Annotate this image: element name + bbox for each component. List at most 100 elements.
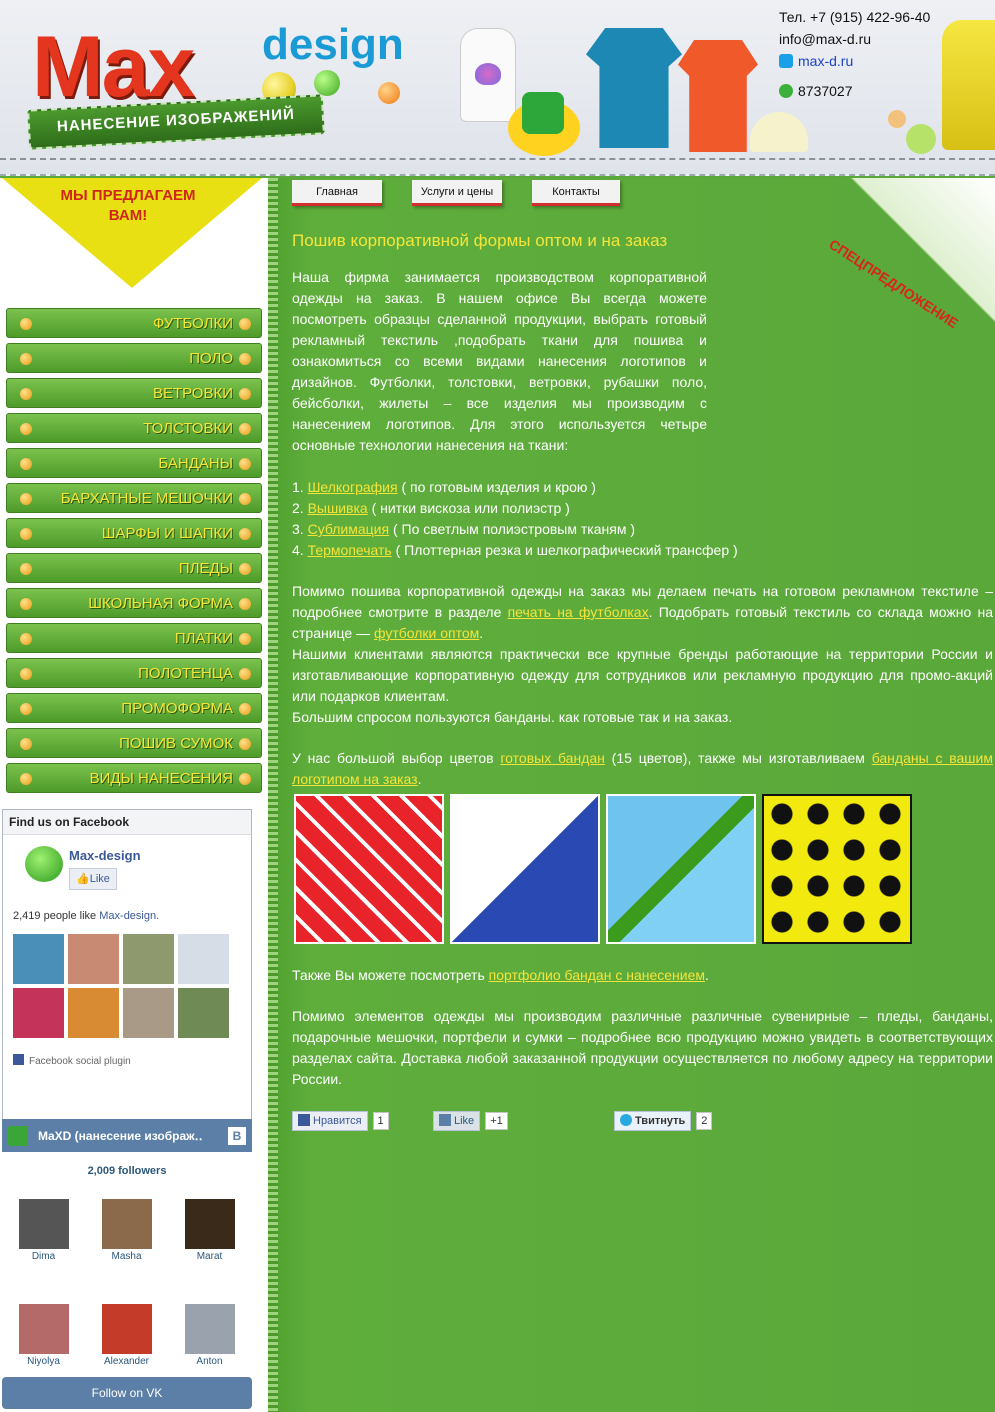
facebook-faces-grid [13,934,229,1038]
bandana-demand-paragraph: Большим спросом пользуются банданы. как … [292,709,733,725]
vk-followers-grid: Dima Masha Marat Niyolya Alexander Anton [2,1199,252,1367]
facebook-plugin-footer[interactable]: Facebook social plugin [13,1054,131,1067]
thumbs-up-icon: 👍 [76,873,90,885]
nav-tab-services[interactable]: Услуги и цены [412,180,502,206]
tshirt-printing-link[interactable]: печать на футболках [508,604,649,620]
nav-tab-contacts[interactable]: Контакты [532,180,620,206]
facebook-like-button[interactable]: 👍Like [69,868,117,890]
bullet-icon [20,423,32,435]
category-item-vidy-naneseniya[interactable]: ВИДЫ НАНЕСЕНИЯ [6,763,262,793]
category-item-futbolki[interactable]: ФУТБОЛКИ [6,308,262,338]
button-decoration [888,110,906,128]
facebook-icon [298,1114,310,1126]
vk-group-title: MaXD (нанесение изображ‥ [38,1128,203,1143]
facebook-people-page-link[interactable]: Max-design. [99,910,159,922]
technique-link-sublimation[interactable]: Сублимация [308,521,389,537]
vk-follower[interactable]: Dima [2,1199,85,1262]
bullet-icon [20,318,32,330]
category-item-sharfy[interactable]: ШАРФЫ И ШАПКИ [6,518,262,548]
facebook-page-avatar[interactable] [25,846,63,882]
vk-follower[interactable]: Niyolya [2,1304,85,1367]
facebook-like-label: Like [89,873,110,885]
product-mug-image [508,92,580,156]
vk-follower-photo [18,1199,69,1249]
intro-paragraph: Наша фирма занимается производством корп… [292,269,707,453]
category-item-meshochki[interactable]: БАРХАТНЫЕ МЕШОЧКИ [6,483,262,513]
facebook-fan-avatar[interactable] [13,988,64,1038]
page-title: Пошив корпоративной формы оптом и на зак… [292,231,668,250]
phone-number: Тел. +7 (915) 422-96-40 [779,9,931,25]
vk-icon [439,1114,451,1126]
bandana-image-sky[interactable] [606,794,756,944]
facebook-fan-avatar[interactable] [178,934,229,984]
product-orange-tshirt-image [678,40,758,152]
facebook-fan-avatar[interactable] [178,988,229,1038]
vk-widget-header[interactable]: MaXD (нанесение изображ‥ B [2,1119,252,1152]
technique-link-thermal-print[interactable]: Термопечать [308,542,392,558]
facebook-fan-avatar[interactable] [68,934,119,984]
vk-follower[interactable]: Marat [168,1199,251,1262]
bullet-icon [239,738,251,750]
vk-share-count: +1 [485,1112,508,1130]
skype-link[interactable]: max-d.ru [798,50,853,72]
category-item-poshiv-sumok[interactable]: ПОШИВ СУМОК [6,728,262,758]
category-item-pledy[interactable]: ПЛЕДЫ [6,553,262,583]
category-menu: ФУТБОЛКИ ПОЛО ВЕТРОВКИ ТОЛСТОВКИ БАНДАНЫ… [6,308,262,798]
vk-follower-name: Niyolya [27,1356,60,1367]
facebook-like-count: 2,419 people like Max-design. [13,910,159,922]
list-item: 3. Сублимация ( По светлым полиэстровым … [292,521,636,537]
tweet-count: 2 [696,1112,713,1130]
icq-number: 8737027 [798,83,853,99]
vk-like-button[interactable]: Like [433,1111,481,1131]
facebook-share-count: 1 [372,1112,389,1130]
category-item-promoforma[interactable]: ПРОМОФОРМА [6,693,262,723]
category-item-vetrovki[interactable]: ВЕТРОВКИ [6,378,262,408]
facebook-page-name[interactable]: Max-design [69,848,141,863]
vk-follow-button[interactable]: Follow on VK [2,1377,252,1409]
bandana-image-blue[interactable] [450,794,600,944]
souvenir-paragraph: Помимо элементов одежды мы производим ра… [292,1008,993,1087]
bullet-icon [239,563,251,575]
bullet-icon [20,493,32,505]
vk-share: Like +1 [433,1111,508,1131]
category-item-bandany[interactable]: БАНДАНЫ [6,448,262,478]
nav-tab-home[interactable]: Главная [292,180,382,206]
logo-ball-green [314,70,340,96]
bullet-icon [20,388,32,400]
category-label: БАРХАТНЫЕ МЕШОЧКИ [60,489,233,507]
vk-follower[interactable]: Anton [168,1304,251,1367]
bullet-icon [20,598,32,610]
category-item-tolstovki[interactable]: ТОЛСТОВКИ [6,413,262,443]
bandana-portfolio-link[interactable]: портфолио бандан с нанесением [489,967,705,983]
category-item-shkolnaya-forma[interactable]: ШКОЛЬНАЯ ФОРМА [6,588,262,618]
left-sidebar: МЫ ПРЕДЛАГАЕМ ВАМ! ФУТБОЛКИ ПОЛО ВЕТРОВК… [0,178,268,1412]
wholesale-tshirts-link[interactable]: футболки оптом [374,625,479,641]
category-item-polotenca[interactable]: ПОЛОТЕНЦА [6,658,262,688]
vk-follower[interactable]: Alexander [85,1304,168,1367]
category-label: ШАРФЫ И ШАПКИ [101,524,233,542]
facebook-fan-avatar[interactable] [68,988,119,1038]
tweet-button[interactable]: Твитнуть [614,1111,692,1131]
list-item: 1. Шелкография ( по готовым изделия и кр… [292,479,596,495]
list-item: 4. Термопечать ( Плоттерная резка и шелк… [292,542,738,558]
bullet-icon [20,458,32,470]
facebook-fan-avatar[interactable] [123,988,174,1038]
facebook-like-share-button[interactable]: Нравится [292,1111,368,1131]
logo-design[interactable]: design [262,20,404,70]
bandana-image-yellow[interactable] [762,794,912,944]
email-address[interactable]: info@max-d.ru [779,28,959,50]
category-item-polo[interactable]: ПОЛО [6,343,262,373]
technique-link-embroidery[interactable]: Вышивка [308,500,368,516]
vk-follower-name: Marat [196,1251,223,1262]
vk-follower[interactable]: Masha [85,1199,168,1262]
facebook-fan-avatar[interactable] [13,934,64,984]
ready-bandanas-link[interactable]: готовых бандан [500,750,605,766]
bandana-image-red[interactable] [294,794,444,944]
facebook-fan-avatar[interactable] [123,934,174,984]
bullet-icon [239,668,251,680]
category-item-platki[interactable]: ПЛАТКИ [6,623,262,653]
category-label: ФУТБОЛКИ [153,314,233,332]
technique-link-silkscreen[interactable]: Шелкография [308,479,398,495]
facebook-share: Нравится 1 [292,1111,389,1131]
category-label: ПОШИВ СУМОК [119,734,233,752]
